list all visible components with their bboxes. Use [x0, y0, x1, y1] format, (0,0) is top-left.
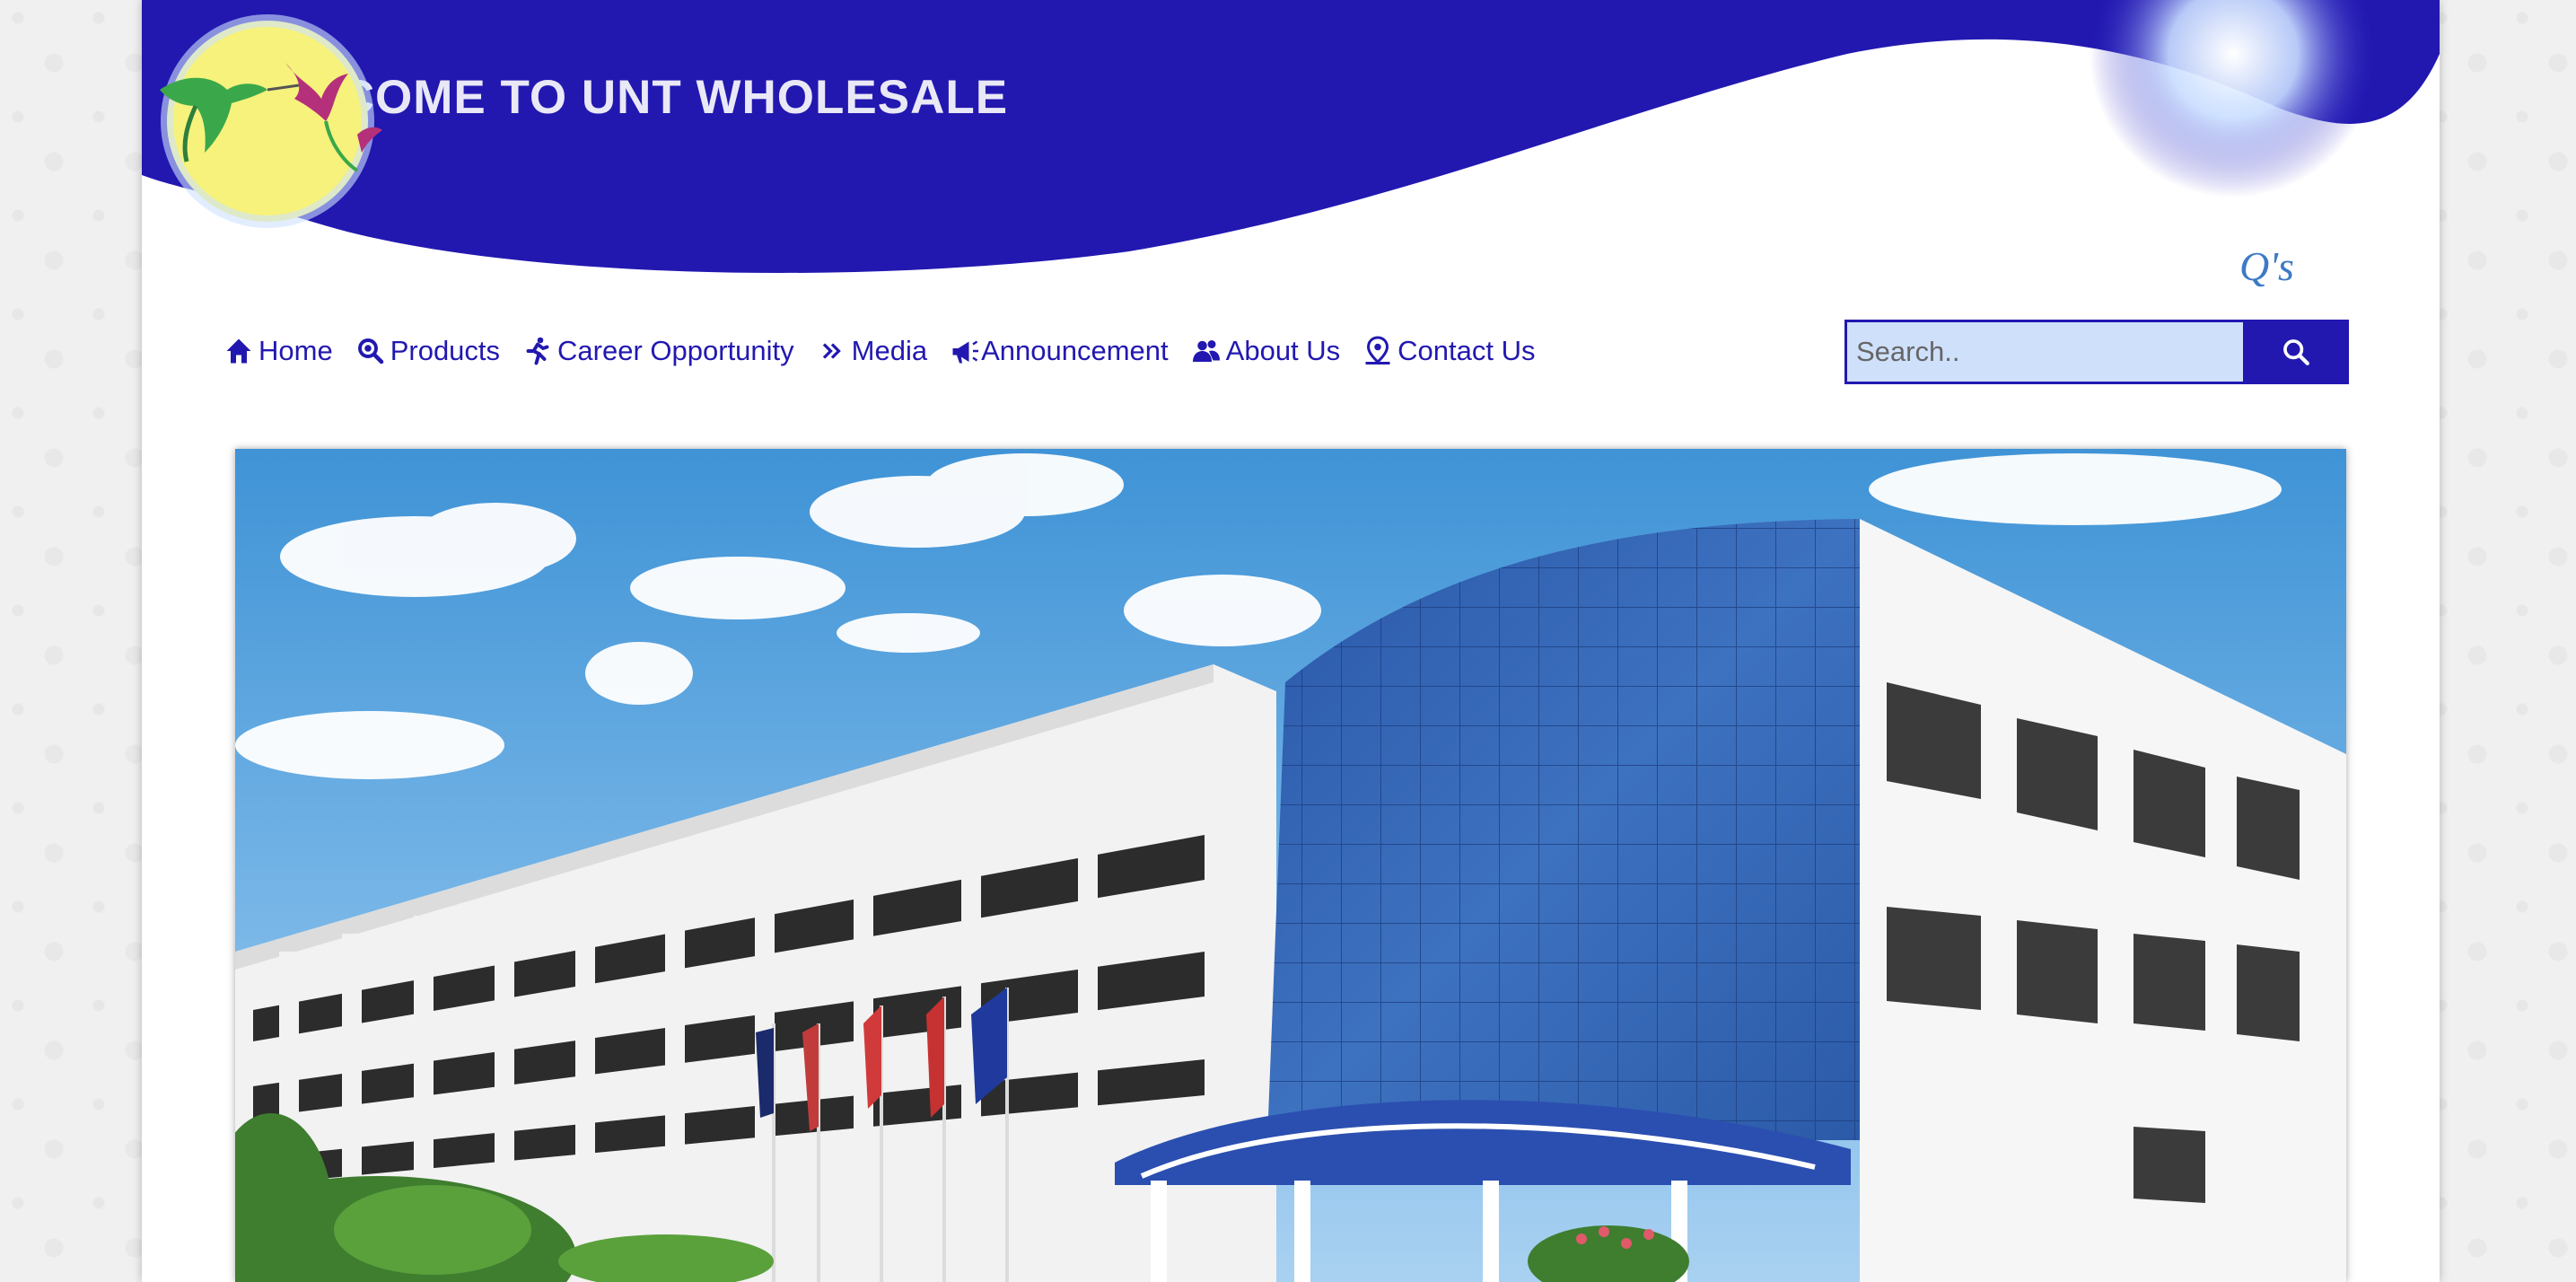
nav-item-label: Announcement [981, 335, 1169, 366]
nav-item-about[interactable]: About Us [1190, 335, 1341, 367]
nav-item-media[interactable]: Media [816, 335, 927, 367]
brand-logo[interactable] [142, 0, 393, 233]
nav-item-label: Media [851, 335, 928, 366]
logo-text: Q's [2239, 243, 2294, 289]
main-nav: Home Products Career Opportunity Media A… [223, 329, 1557, 373]
double-chevron-icon [822, 343, 841, 359]
nav-item-home[interactable]: Home [223, 335, 333, 367]
users-icon [1192, 340, 1220, 362]
nav-item-label: Products [390, 335, 501, 366]
home-icon [226, 338, 251, 364]
magnifier-icon [357, 338, 383, 364]
search-button[interactable] [2246, 322, 2346, 382]
nav-item-label: Contact Us [1398, 335, 1536, 366]
header-wave-banner [142, 0, 2440, 273]
site-header: WELCOME TO UNT WHOLESALE Q's [142, 0, 2440, 289]
nav-item-label: Career Opportunity [557, 335, 794, 366]
nav-item-label: Home [258, 335, 333, 366]
nav-item-career[interactable]: Career Opportunity [521, 335, 794, 367]
page-container: WELCOME TO UNT WHOLESALE Q's Home Produc… [142, 0, 2440, 1282]
megaphone-icon [952, 340, 979, 364]
location-pin-icon [1365, 336, 1390, 364]
nav-item-announcement[interactable]: Announcement [949, 335, 1169, 367]
nav-item-products[interactable]: Products [355, 335, 500, 367]
nav-item-label: About Us [1225, 335, 1341, 366]
search-bar [1844, 320, 2349, 384]
nav-item-contact[interactable]: Contact Us [1362, 335, 1536, 367]
warehouse-building-photo [235, 449, 2346, 1282]
hero-image [235, 449, 2346, 1282]
search-icon [2283, 339, 2309, 365]
search-input[interactable] [1847, 322, 2246, 382]
runner-icon [526, 337, 549, 365]
